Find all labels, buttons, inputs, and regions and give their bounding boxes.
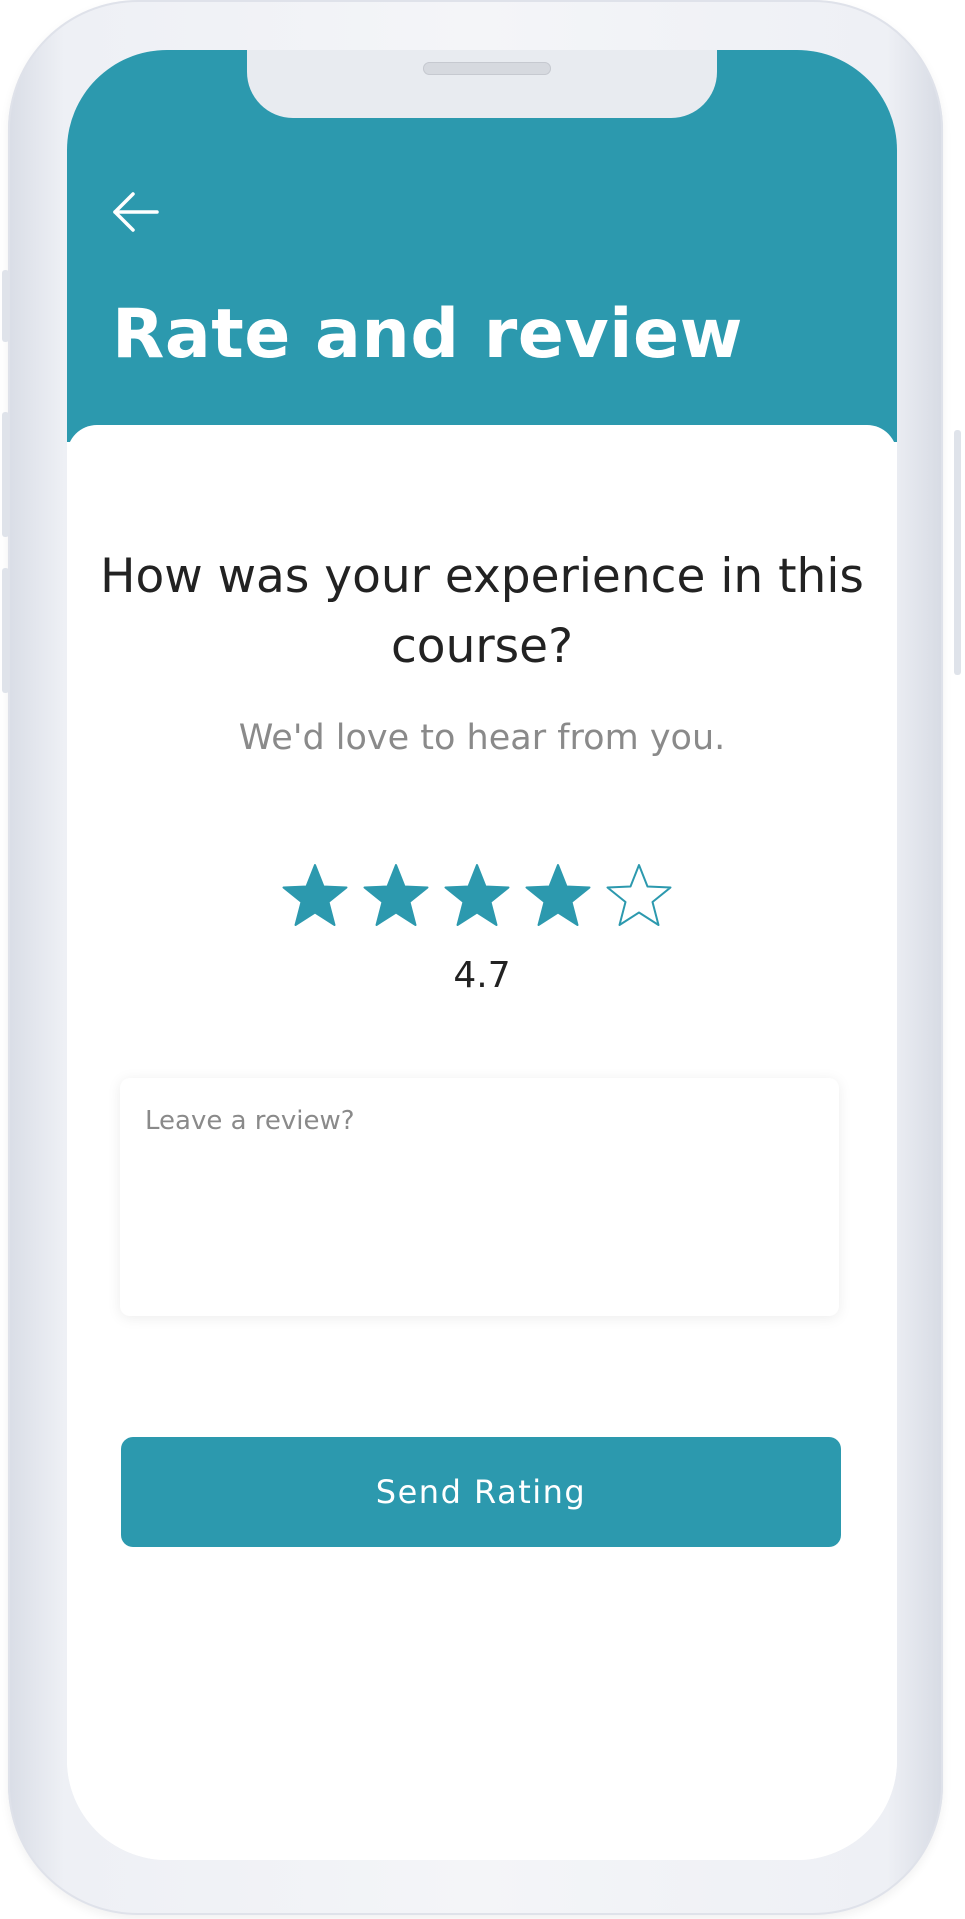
header: Rate and review <box>67 50 897 442</box>
star-icon-2[interactable] <box>361 862 431 932</box>
star-rating[interactable] <box>280 862 690 932</box>
star-icon-4[interactable] <box>523 862 593 932</box>
mute-switch <box>2 270 9 342</box>
review-box <box>120 1078 839 1316</box>
review-input[interactable] <box>120 1078 839 1316</box>
subtitle-text: We'd love to hear from you. <box>238 718 726 758</box>
earpiece-speaker <box>423 62 551 75</box>
send-rating-button[interactable]: Send Rating <box>121 1437 841 1547</box>
app-screen: Rate and review How was your experience … <box>67 50 897 1860</box>
volume-up-button <box>2 412 9 537</box>
page-title: Rate and review <box>112 295 743 374</box>
rating-value: 4.7 <box>453 955 511 996</box>
experience-question: How was your experience in this course? <box>100 549 864 674</box>
arrow-left-icon <box>113 192 159 232</box>
star-icon-1[interactable] <box>280 862 350 932</box>
volume-down-button <box>2 568 9 693</box>
star-icon-3[interactable] <box>442 862 512 932</box>
back-button[interactable] <box>109 190 161 234</box>
star-icon-5[interactable] <box>604 862 674 932</box>
device-notch <box>247 50 717 118</box>
power-button <box>954 430 961 675</box>
